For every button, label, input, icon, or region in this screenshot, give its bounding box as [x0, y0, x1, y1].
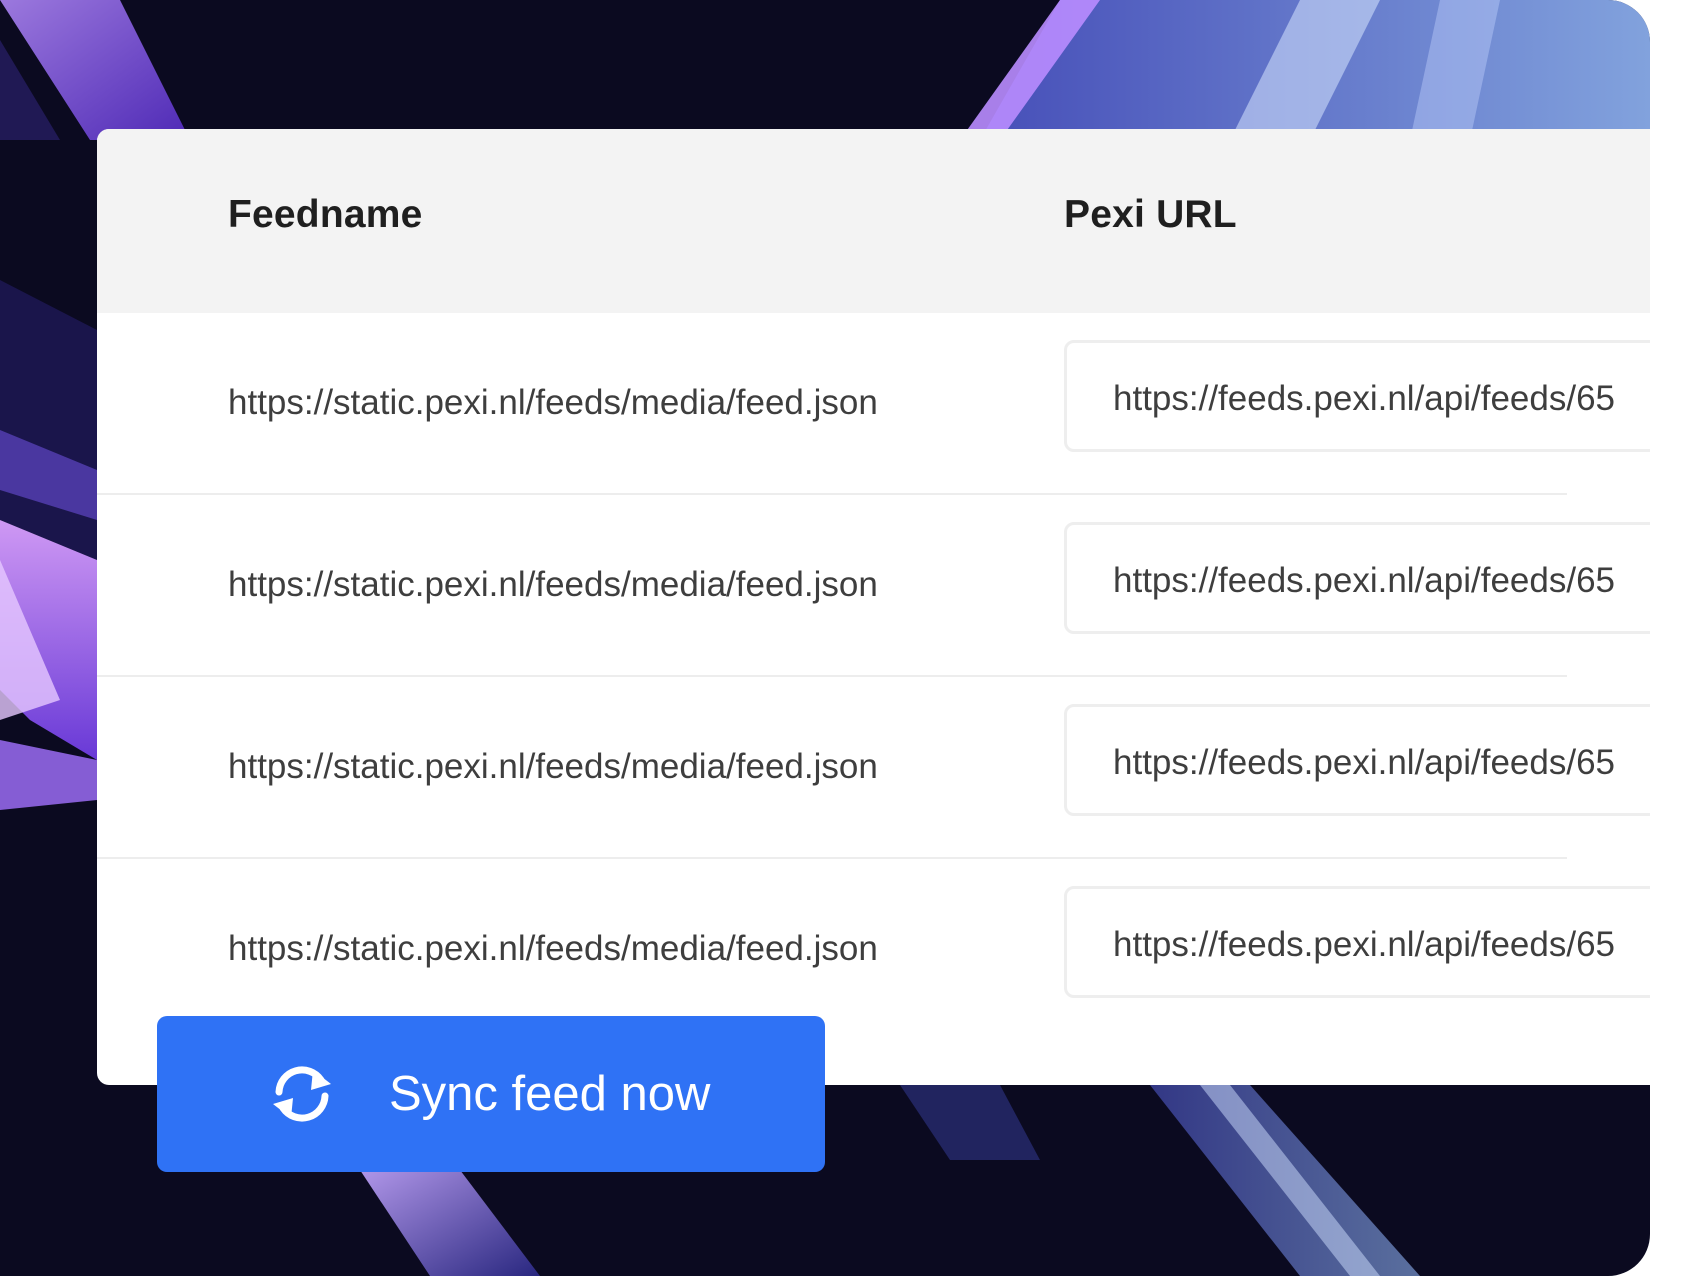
sync-feed-button[interactable]: Sync feed now	[157, 1016, 825, 1172]
table-row: https://static.pexi.nl/feeds/media/feed.…	[97, 859, 1650, 1041]
stage: Feedname Pexi URL https://static.pexi.nl…	[0, 0, 1707, 1276]
pexi-url-field[interactable]: https://feeds.pexi.nl/api/feeds/65	[1064, 522, 1650, 634]
pexi-url-value: https://feeds.pexi.nl/api/feeds/65	[1113, 743, 1615, 782]
table-row: https://static.pexi.nl/feeds/media/feed.…	[97, 313, 1650, 495]
pexi-url-value: https://feeds.pexi.nl/api/feeds/65	[1113, 561, 1615, 600]
sync-feed-label: Sync feed now	[389, 1067, 711, 1121]
feedname-cell: https://static.pexi.nl/feeds/media/feed.…	[228, 929, 878, 968]
sync-icon	[273, 1066, 331, 1122]
pexi-url-field[interactable]: https://feeds.pexi.nl/api/feeds/65	[1064, 886, 1650, 998]
feedname-cell: https://static.pexi.nl/feeds/media/feed.…	[228, 565, 878, 604]
column-header-feedname: Feedname	[228, 193, 423, 236]
table-row: https://static.pexi.nl/feeds/media/feed.…	[97, 677, 1650, 859]
column-header-pexi-url: Pexi URL	[1064, 193, 1237, 236]
pexi-url-value: https://feeds.pexi.nl/api/feeds/65	[1113, 925, 1615, 964]
table-row: https://static.pexi.nl/feeds/media/feed.…	[97, 495, 1650, 677]
pexi-url-field[interactable]: https://feeds.pexi.nl/api/feeds/65	[1064, 340, 1650, 452]
feedname-cell: https://static.pexi.nl/feeds/media/feed.…	[228, 383, 878, 422]
feeds-table: Feedname Pexi URL https://static.pexi.nl…	[97, 129, 1650, 1085]
table-header: Feedname Pexi URL	[97, 129, 1650, 313]
pexi-url-value: https://feeds.pexi.nl/api/feeds/65	[1113, 379, 1615, 418]
feedname-cell: https://static.pexi.nl/feeds/media/feed.…	[228, 747, 878, 786]
pexi-url-field[interactable]: https://feeds.pexi.nl/api/feeds/65	[1064, 704, 1650, 816]
